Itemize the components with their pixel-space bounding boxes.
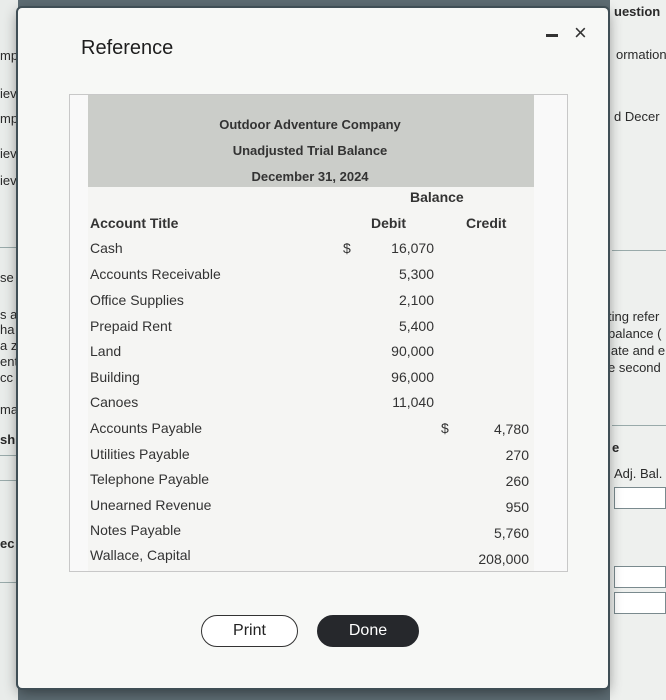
bg-divider xyxy=(0,582,18,583)
credit-amount: 950 xyxy=(505,499,529,515)
bg-right-text: late and e xyxy=(608,343,666,358)
bg-divider xyxy=(612,250,666,251)
bg-left-text: s a xyxy=(0,307,18,322)
print-button[interactable]: Print xyxy=(201,615,298,647)
trial-balance-table: Balance Account Title Debit Credit Cash … xyxy=(88,187,534,571)
bg-left-text: cc xyxy=(0,370,13,385)
table-row-account: Cash xyxy=(90,240,123,256)
debit-amount: 5,300 xyxy=(398,266,434,282)
report-name: Unadjusted Trial Balance xyxy=(232,143,388,158)
bg-right-text: Adj. Bal. xyxy=(614,466,663,481)
table-row-account: Accounts Receivable xyxy=(90,266,221,282)
bg-right-text: d Decer xyxy=(614,109,660,124)
bg-left-text: se xyxy=(0,270,14,285)
debit-amount: 11,040 xyxy=(392,394,434,410)
close-icon[interactable]: × xyxy=(574,20,587,46)
bg-input-box[interactable] xyxy=(614,592,666,614)
table-row-account: Utilities Payable xyxy=(90,446,190,462)
bg-divider xyxy=(612,425,666,426)
bg-left-text: ha xyxy=(0,322,15,337)
table-row-account: Prepaid Rent xyxy=(90,318,172,334)
minimize-icon[interactable] xyxy=(546,34,558,37)
table-row-account: Canoes xyxy=(90,394,139,410)
bg-input-box[interactable] xyxy=(614,487,666,509)
bg-left-text: iev xyxy=(0,86,17,101)
table-row-account: Wallace, Capital xyxy=(90,547,191,563)
bg-right-header: uestion xyxy=(614,4,661,19)
debit-header: Debit xyxy=(371,215,406,231)
credit-amount: 208,000 xyxy=(478,551,529,567)
table-row-account: Notes Payable xyxy=(90,522,182,538)
report-date: December 31, 2024 xyxy=(251,169,369,184)
bg-left-text: sh xyxy=(0,432,16,447)
table-row-account: Land xyxy=(90,343,122,359)
company-name: Outdoor Adventure Company xyxy=(219,117,401,132)
debit-amount: 96,000 xyxy=(391,369,434,385)
bg-right-text: balance ( xyxy=(608,326,662,341)
trial-balance-scroll-area[interactable]: Outdoor Adventure Company Unadjusted Tri… xyxy=(69,94,568,572)
bg-left-text: iev xyxy=(0,146,17,161)
bg-right-text: e second xyxy=(608,360,661,375)
table-row-account: Unearned Revenue xyxy=(90,497,212,513)
debit-amount: 90,000 xyxy=(391,343,434,359)
bg-input-box[interactable] xyxy=(614,566,666,588)
bg-left-text: a z xyxy=(0,338,18,353)
credit-amount: 260 xyxy=(505,473,529,489)
bg-left-text: iev xyxy=(0,173,17,188)
credit-amount: 270 xyxy=(505,447,529,463)
debit-amount: 2,100 xyxy=(398,292,434,308)
bg-right-text: e xyxy=(612,440,620,455)
dialog-title: Reference xyxy=(81,37,174,59)
done-button[interactable]: Done xyxy=(317,615,419,647)
table-row-account: Accounts Payable xyxy=(90,420,203,436)
bg-left-text: mp xyxy=(0,48,18,63)
bg-right-text: ormation xyxy=(616,47,666,62)
bg-right-text: ting refer xyxy=(608,309,660,324)
reference-dialog: Reference × Outdoor Adventure Company Un… xyxy=(18,8,608,688)
bg-divider xyxy=(0,455,18,456)
bg-divider xyxy=(0,480,18,481)
table-row-account: Office Supplies xyxy=(90,292,184,308)
bg-divider xyxy=(0,247,18,248)
trial-balance-header: Outdoor Adventure Company Unadjusted Tri… xyxy=(88,95,534,187)
debit-amount: 16,070 xyxy=(391,240,434,256)
credit-amount: 4,780 xyxy=(493,421,529,437)
table-row-account: Building xyxy=(90,369,140,385)
credit-dollar-sign: $ xyxy=(441,420,449,436)
account-title-header: Account Title xyxy=(90,215,179,231)
balance-header: Balance xyxy=(410,189,464,205)
credit-header: Credit xyxy=(466,215,507,231)
bg-left-text: mp xyxy=(0,111,18,126)
bg-left-text: ma xyxy=(0,402,18,417)
debit-dollar-sign: $ xyxy=(343,240,351,256)
bg-left-text: ent xyxy=(0,354,18,369)
bg-left-text: ec xyxy=(0,536,15,551)
credit-amount: 5,760 xyxy=(493,525,529,541)
table-row-account: Telephone Payable xyxy=(90,471,210,487)
debit-amount: 5,400 xyxy=(398,318,434,334)
